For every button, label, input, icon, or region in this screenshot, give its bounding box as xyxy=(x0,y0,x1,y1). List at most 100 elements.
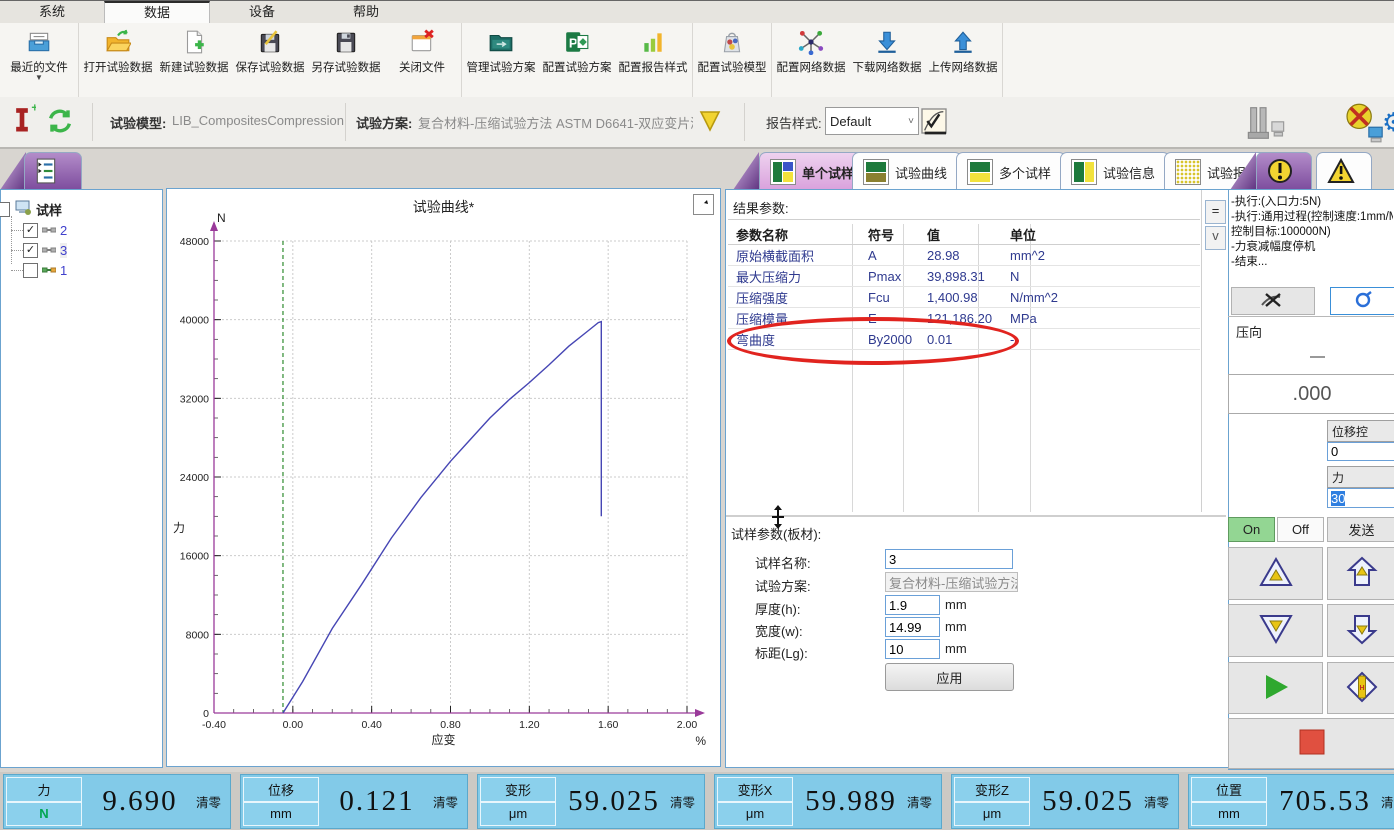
horizontal-splitter[interactable] xyxy=(726,515,1226,517)
fast-up-button[interactable] xyxy=(1228,547,1323,600)
network-offline-icon[interactable] xyxy=(1342,103,1386,146)
slow-up-button[interactable] xyxy=(1327,547,1394,600)
displacement-readout: 位移mm 0.121 清零 xyxy=(240,774,468,829)
configure-network-data-button[interactable]: 配置网络数据 xyxy=(773,25,849,95)
on-button[interactable]: On xyxy=(1228,517,1275,542)
slow-down-icon xyxy=(1346,613,1378,648)
tree-root-label[interactable]: 试样 xyxy=(36,200,62,219)
force-input[interactable]: 30 xyxy=(1327,488,1394,508)
application-window: 系统 数据 设备 帮助 最近的文件 ▼ 打开试验数据 新建试验数据 保存试验 xyxy=(0,0,1394,830)
deformation-x-zero-button[interactable]: 清零 xyxy=(907,792,941,811)
tab-test-info[interactable]: 试验信息 xyxy=(1060,152,1170,191)
report-style-dropdown[interactable]: Default ˅ xyxy=(825,107,919,135)
machine-status-icon[interactable] xyxy=(1246,105,1286,144)
svg-text:-0.40: -0.40 xyxy=(202,719,226,731)
table-row[interactable]: 最大压缩力Pmax39,898.31N xyxy=(728,266,1200,287)
menu-system[interactable]: 系统 xyxy=(0,1,104,24)
hook-control-button[interactable] xyxy=(1330,287,1394,315)
off-button[interactable]: Off xyxy=(1277,517,1324,542)
table-row[interactable]: 弯曲度By20000.01- xyxy=(728,329,1200,350)
svg-text:0.40: 0.40 xyxy=(361,719,382,731)
download-network-data-button[interactable]: 下载网络数据 xyxy=(849,25,925,95)
tab-alarms[interactable] xyxy=(1316,152,1372,191)
settings-gear-icon[interactable]: ⚙ xyxy=(1382,107,1394,138)
specimen-name-input[interactable] xyxy=(885,549,1013,569)
table-row[interactable]: 原始横截面积A28.98mm^2 xyxy=(728,245,1200,266)
report-style-button[interactable]: 配置报告样式 xyxy=(615,25,691,95)
tree-item[interactable]: ✓ 2 xyxy=(23,221,67,239)
force-zero-button[interactable]: 清零 xyxy=(196,792,230,811)
jog-diamond-icon: H xyxy=(1345,670,1379,707)
item-checkbox[interactable]: ✓ xyxy=(23,223,38,238)
test-model-value: LIB_CompositesCompression xyxy=(172,113,344,128)
multiple-specimens-tab-icon xyxy=(967,159,993,185)
width-input[interactable] xyxy=(885,617,940,637)
send-button[interactable]: 发送 xyxy=(1327,517,1394,542)
filter-icon[interactable] xyxy=(698,109,722,136)
svg-text:H: H xyxy=(1359,685,1364,692)
specimen-active-icon xyxy=(42,263,56,278)
deformation-readout: 变形μm 59.025 清零 xyxy=(477,774,705,829)
add-specimen-icon[interactable]: + xyxy=(8,103,36,142)
displacement-input[interactable] xyxy=(1327,442,1394,461)
displacement-zero-button[interactable]: 清零 xyxy=(433,792,467,811)
tab-execution-status[interactable] xyxy=(1256,152,1312,191)
position-zero-button[interactable]: 清零 xyxy=(1381,792,1394,811)
tab-multiple-specimens[interactable]: 多个试样 xyxy=(956,152,1066,191)
svg-text:1.20: 1.20 xyxy=(519,719,540,731)
item-checkbox[interactable]: ✓ xyxy=(23,243,38,258)
table-row[interactable]: 压缩强度Fcu1,400.98N/mm^2 xyxy=(728,287,1200,308)
splitter-grip[interactable]: = xyxy=(1205,200,1226,224)
save-as-test-data-button[interactable]: 另存试验数据 xyxy=(308,25,384,95)
menu-device[interactable]: 设备 xyxy=(210,1,314,24)
fast-down-button[interactable] xyxy=(1228,604,1323,657)
live-readouts-bar: 力N 9.690 清零 位移mm 0.121 清零 变形μm 59.025 清零… xyxy=(0,772,1394,830)
deformation-x-readout: 变形Xμm 59.989 清零 xyxy=(714,774,942,829)
root-checkbox[interactable] xyxy=(0,202,10,217)
slow-down-button[interactable] xyxy=(1327,604,1394,657)
force-readout: 力N 9.690 清零 xyxy=(3,774,231,829)
stop-button[interactable] xyxy=(1228,718,1394,769)
start-test-button[interactable] xyxy=(1228,662,1323,714)
tab-single-specimen[interactable]: 单个试样 xyxy=(759,152,867,191)
item-checkbox[interactable] xyxy=(23,263,38,278)
scroll-down-button[interactable]: v xyxy=(1205,226,1226,250)
menu-data[interactable]: 数据 xyxy=(104,1,210,24)
apply-button[interactable]: 应用 xyxy=(885,663,1014,691)
tree-item[interactable]: 1 xyxy=(23,261,67,279)
deformation-z-zero-button[interactable]: 清零 xyxy=(1144,792,1178,811)
tree-root-row[interactable]: 试样 xyxy=(0,200,62,218)
new-test-data-button[interactable]: 新建试验数据 xyxy=(156,25,232,95)
thickness-input[interactable] xyxy=(885,595,940,615)
gauge-length-label: 标距(Lg): xyxy=(755,643,808,662)
position-value: 705.53 xyxy=(1269,785,1381,818)
close-file-button[interactable]: 关闭文件 xyxy=(384,25,460,95)
save-test-data-button[interactable]: 保存试验数据 xyxy=(232,25,308,95)
force-value: 9.690 xyxy=(84,785,196,818)
slow-up-icon xyxy=(1346,556,1378,591)
force-control-label: 力 xyxy=(1327,466,1394,488)
jog-position-button[interactable]: H xyxy=(1327,662,1394,714)
tab-test-curve[interactable]: 试验曲线 xyxy=(852,152,962,191)
specimen-list-tab[interactable] xyxy=(24,152,82,191)
svg-text:1.60: 1.60 xyxy=(598,719,619,731)
manual-adjust-button[interactable] xyxy=(1231,287,1315,315)
refresh-icon[interactable] xyxy=(44,105,76,140)
close-file-icon xyxy=(409,29,435,55)
test-model-icon xyxy=(719,29,745,55)
manage-scheme-icon xyxy=(488,29,514,55)
menubar: 系统 数据 设备 帮助 xyxy=(0,0,1394,25)
tree-item[interactable]: ✓ 3 xyxy=(23,241,67,259)
menu-help[interactable]: 帮助 xyxy=(314,1,418,24)
configure-test-model-button[interactable]: 配置试验模型 xyxy=(694,25,770,95)
recent-files-button[interactable]: 最近的文件 ▼ xyxy=(1,25,77,95)
table-row[interactable]: 压缩模量E121,186.20MPa xyxy=(728,308,1200,329)
upload-network-data-button[interactable]: 上传网络数据 xyxy=(925,25,1001,95)
gauge-length-input[interactable] xyxy=(885,639,940,659)
manage-scheme-button[interactable]: 管理试验方案 xyxy=(463,25,539,95)
deformation-zero-button[interactable]: 清零 xyxy=(670,792,704,811)
save-as-icon xyxy=(333,29,359,55)
curve-settings-icon[interactable] xyxy=(918,105,950,140)
configure-scheme-button[interactable]: P 配置试验方案 xyxy=(539,25,615,95)
open-test-data-button[interactable]: 打开试验数据 xyxy=(80,25,156,95)
